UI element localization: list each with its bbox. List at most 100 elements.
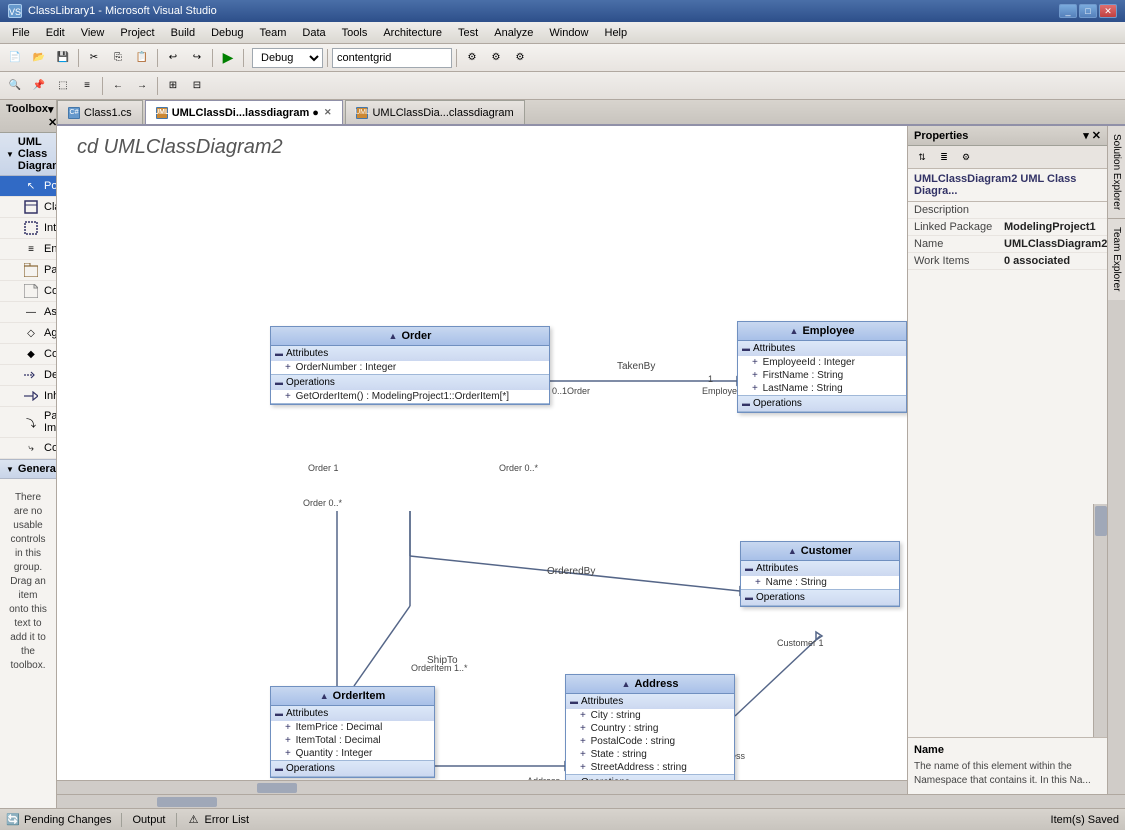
- employee-collapse-icon[interactable]: ▲: [790, 326, 799, 336]
- menu-team[interactable]: Team: [252, 22, 295, 43]
- toolbox-item-connector[interactable]: ⤷ Connector: [0, 438, 56, 459]
- uml-class-orderitem[interactable]: ▲ OrderItem ▬ Attributes + ItemPrice : D…: [270, 686, 435, 778]
- menu-tools[interactable]: Tools: [334, 22, 376, 43]
- props-value-workitems[interactable]: 0 associated: [1004, 255, 1101, 267]
- close-button[interactable]: ✕: [1099, 4, 1117, 18]
- minimize-button[interactable]: _: [1059, 4, 1077, 18]
- toolbar-extra2[interactable]: ⚙: [485, 47, 507, 69]
- toolbox-item-composition[interactable]: ◆ Composition: [0, 344, 56, 365]
- tab-class1cs[interactable]: C# Class1.cs: [57, 100, 143, 124]
- menu-test[interactable]: Test: [450, 22, 486, 43]
- props-value-description[interactable]: [1004, 204, 1101, 216]
- props-tool-properties[interactable]: ⚙: [956, 148, 976, 166]
- props-tool-categorized[interactable]: ≣: [934, 148, 954, 166]
- uml-class-order[interactable]: ▲ Order ▬ Attributes + OrderNumber : Int…: [270, 326, 550, 405]
- status-output[interactable]: Output: [132, 814, 165, 826]
- window-controls[interactable]: _ □ ✕: [1059, 4, 1117, 18]
- toolbox-item-enumeration[interactable]: ≡ Enumeration: [0, 239, 56, 260]
- toolbar2-btn1[interactable]: 🔍: [4, 75, 26, 97]
- orderitem-attrs-expand[interactable]: ▬: [275, 709, 283, 718]
- menu-analyze[interactable]: Analyze: [486, 22, 541, 43]
- props-value-linkedpackage[interactable]: ModelingProject1: [1004, 221, 1101, 233]
- toolbox-item-pointer[interactable]: ↖ Pointer: [0, 176, 56, 197]
- menu-build[interactable]: Build: [163, 22, 203, 43]
- employee-ops-expand[interactable]: ▬: [742, 399, 750, 408]
- uml-class-customer[interactable]: ▲ Customer ▬ Attributes + Name : String: [740, 541, 900, 607]
- address-attrs-expand[interactable]: ▬: [570, 697, 578, 706]
- toolbar-new[interactable]: 📄: [4, 47, 26, 69]
- toolbox-item-aggregation[interactable]: ◇ Aggregation: [0, 323, 56, 344]
- toolbar2-btn5[interactable]: ←: [107, 75, 129, 97]
- customer-ops-expand[interactable]: ▬: [745, 593, 753, 602]
- uml-class-employee[interactable]: ▲ Employee ▬ Attributes + EmployeeId : I…: [737, 321, 907, 413]
- tab-umldiagram-active[interactable]: UML UMLClassDi...lassdiagram ● ✕: [145, 100, 344, 124]
- menu-window[interactable]: Window: [541, 22, 596, 43]
- toolbar-cut[interactable]: ✂: [83, 47, 105, 69]
- menu-help[interactable]: Help: [597, 22, 636, 43]
- employee-attrs-expand[interactable]: ▬: [742, 344, 750, 353]
- address-collapse-icon[interactable]: ▲: [622, 679, 631, 689]
- toolbar2-btn2[interactable]: 📌: [28, 75, 50, 97]
- toolbar-paste[interactable]: 📋: [131, 47, 153, 69]
- toolbar-extra3[interactable]: ⚙: [509, 47, 531, 69]
- team-explorer-tab[interactable]: Team Explorer: [1108, 219, 1125, 299]
- uml-class-address[interactable]: ▲ Address ▬ Attributes + City : string +…: [565, 674, 735, 792]
- customer-collapse-icon[interactable]: ▲: [788, 546, 797, 556]
- tab-umldiagram2[interactable]: UML UMLClassDia...classdiagram: [345, 100, 524, 124]
- props-value-name[interactable]: UMLClassDiagram2: [1004, 238, 1107, 250]
- toolbox-item-association[interactable]: — Association: [0, 302, 56, 323]
- order-ops-expand[interactable]: ▬: [275, 378, 283, 387]
- diagram-canvas[interactable]: cd UMLClassDiagram2 TakenBy Order 0..1 E…: [57, 126, 907, 794]
- menu-edit[interactable]: Edit: [38, 22, 73, 43]
- toolbar-open[interactable]: 📂: [28, 47, 50, 69]
- toolbox-section-uml[interactable]: ▼ UML Class Diagram: [0, 133, 56, 176]
- toolbox-item-comment[interactable]: Comment: [0, 281, 56, 302]
- debug-mode-dropdown[interactable]: Debug Release: [252, 48, 323, 68]
- content-scrollbar-h[interactable]: [57, 794, 1125, 808]
- menu-project[interactable]: Project: [112, 22, 162, 43]
- toolbox-item-class[interactable]: Class: [0, 197, 56, 218]
- toolbox-pin[interactable]: ▾ ✕: [48, 103, 57, 129]
- toolbox-item-dependency[interactable]: Dependency: [0, 365, 56, 386]
- order-attrs-expand[interactable]: ▬: [275, 349, 283, 358]
- toolbar-run[interactable]: ▶: [217, 47, 239, 69]
- employee-ops-header[interactable]: ▬ Operations: [738, 396, 906, 411]
- props-scrollbar[interactable]: [1093, 504, 1107, 738]
- toolbar-undo[interactable]: ↩: [162, 47, 184, 69]
- scrollbar-horizontal[interactable]: [57, 780, 907, 794]
- restore-button[interactable]: □: [1079, 4, 1097, 18]
- order-attrs-header[interactable]: ▬ Attributes: [271, 346, 549, 361]
- orderitem-attrs-header[interactable]: ▬ Attributes: [271, 706, 434, 721]
- toolbar-redo[interactable]: ↪: [186, 47, 208, 69]
- orderitem-collapse-icon[interactable]: ▲: [320, 691, 329, 701]
- toolbar-copy[interactable]: ⎘: [107, 47, 129, 69]
- status-error-list[interactable]: ⚠ Error List: [187, 813, 250, 827]
- status-pending-changes[interactable]: 🔄 Pending Changes: [6, 813, 111, 827]
- props-tool-alphabetical[interactable]: ⇅: [912, 148, 932, 166]
- menu-debug[interactable]: Debug: [203, 22, 251, 43]
- properties-pins[interactable]: ▾ ✕: [1083, 129, 1101, 142]
- menu-data[interactable]: Data: [294, 22, 333, 43]
- toolbar2-btn3[interactable]: ⬚: [52, 75, 74, 97]
- toolbar-extra1[interactable]: ⚙: [461, 47, 483, 69]
- solution-explorer-tab[interactable]: Solution Explorer: [1108, 126, 1125, 219]
- order-ops-header[interactable]: ▬ Operations: [271, 375, 549, 390]
- tab-close-uml[interactable]: ✕: [323, 106, 333, 119]
- menu-file[interactable]: File: [4, 22, 38, 43]
- address-attrs-header[interactable]: ▬ Attributes: [566, 694, 734, 709]
- toolbox-item-package[interactable]: Package: [0, 260, 56, 281]
- customer-attrs-expand[interactable]: ▬: [745, 564, 753, 573]
- toolbox-item-package-import[interactable]: ⤵ Package Import: [0, 407, 56, 438]
- toolbox-item-inheritance[interactable]: Inheritance: [0, 386, 56, 407]
- toolbar-save[interactable]: 💾: [52, 47, 74, 69]
- orderitem-ops-header[interactable]: ▬ Operations: [271, 761, 434, 776]
- menu-architecture[interactable]: Architecture: [375, 22, 450, 43]
- toolbar2-btn4[interactable]: ≡: [76, 75, 98, 97]
- customer-ops-header[interactable]: ▬ Operations: [741, 590, 899, 605]
- employee-attrs-header[interactable]: ▬ Attributes: [738, 341, 906, 356]
- toolbox-general-section[interactable]: ▼ General: [0, 459, 56, 479]
- menu-view[interactable]: View: [73, 22, 113, 43]
- orderitem-ops-expand[interactable]: ▬: [275, 764, 283, 773]
- toolbox-item-interface[interactable]: Interface: [0, 218, 56, 239]
- customer-attrs-header[interactable]: ▬ Attributes: [741, 561, 899, 576]
